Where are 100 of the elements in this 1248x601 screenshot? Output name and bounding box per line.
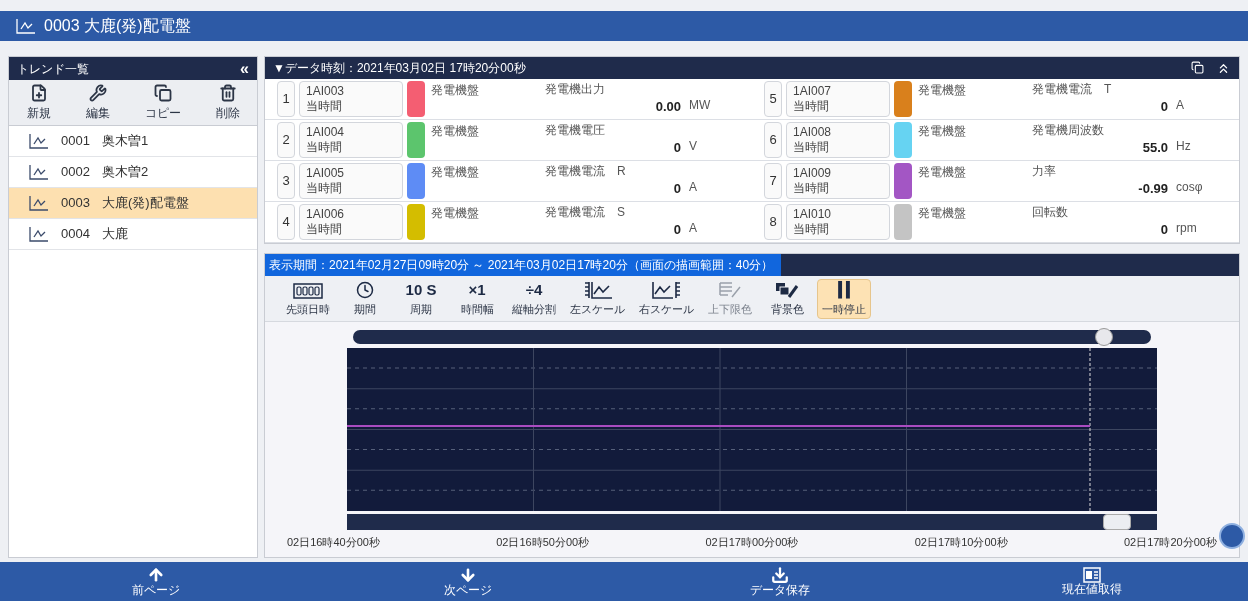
counter-icon <box>293 283 323 299</box>
new-file-icon <box>29 83 48 102</box>
download-icon <box>771 566 789 584</box>
trend-line-icon <box>29 164 49 180</box>
trend-name: 大鹿(発)配電盤 <box>101 194 189 213</box>
toolbar-button[interactable]: 先頭日時 <box>281 278 335 319</box>
right-scale-icon <box>651 281 682 299</box>
channel-value: 0 <box>673 221 681 238</box>
channel-unit: V <box>689 138 698 155</box>
channel-name: 発電機電流 <box>1032 81 1092 98</box>
channel-value: 0 <box>673 180 681 197</box>
channel-name: 発電機出力 <box>545 81 605 98</box>
data-time-title: ▼データ時刻：2021年03月02日 17時20分00秒 <box>273 60 526 77</box>
channel-tag: 1AI003 当時間 <box>299 81 403 117</box>
channel-unit: A <box>689 179 698 196</box>
channel-value: 0 <box>1160 221 1168 238</box>
channel-group: 発電機盤 <box>429 163 541 199</box>
slider-thumb[interactable] <box>1095 328 1113 346</box>
display-period: 表示期間：2021年02月27日09時20分 ～ 2021年03月02日17時20分（画面の描画範囲：40分） <box>265 254 782 276</box>
trend-line-icon <box>29 195 49 211</box>
scroll-thumb[interactable] <box>1103 514 1131 530</box>
trend-code: 0001 <box>61 132 90 151</box>
toolbar-button[interactable]: ÷4 縦軸分割 <box>507 278 561 319</box>
toolbar-button[interactable]: ×1 時間幅 <box>451 278 503 319</box>
wrench-icon <box>88 83 107 102</box>
channel-group: 発電機盤 <box>429 204 541 240</box>
channel-unit: MW <box>689 97 712 114</box>
channel-group: 発電機盤 <box>429 122 541 158</box>
channel-phase: S <box>617 204 625 221</box>
channel-tag: 1AI004 当時間 <box>299 122 403 158</box>
footer-button[interactable]: 前ページ <box>0 562 312 601</box>
toolbar-button[interactable]: 右スケール <box>634 278 699 319</box>
toolbar-button[interactable]: 10 S 周期 <box>395 278 447 319</box>
channel-value: 55.0 <box>1142 139 1168 156</box>
trend-line-icon <box>16 18 36 34</box>
channel-name: 力率 <box>1032 163 1056 180</box>
channel-number: 4 <box>277 204 295 240</box>
toolbar-button[interactable]: 一時停止 <box>817 278 871 319</box>
footer-button[interactable]: データ保存 <box>624 562 936 601</box>
channel-tag: 1AI009 当時間 <box>786 163 890 199</box>
channel-name: 発電機電流 <box>545 163 605 180</box>
sidebar-title: トレンド一覧 <box>17 60 89 78</box>
sidebar-tool-button[interactable]: 削除 <box>207 83 248 122</box>
channel-name: 発電機電流 <box>545 204 605 221</box>
channel-unit: cosφ <box>1176 179 1204 196</box>
channel-unit: A <box>689 220 698 237</box>
trend-code: 0002 <box>61 163 90 182</box>
trend-line-icon <box>29 226 49 242</box>
trend-name: 奥木曽2 <box>101 163 149 182</box>
tool-glyph: 10 S <box>405 281 437 299</box>
trend-list-item[interactable]: 0003 大鹿(発)配電盤 <box>9 188 257 219</box>
channel-group: 発電機盤 <box>916 122 1028 158</box>
channel-group: 発電機盤 <box>916 81 1028 117</box>
restore-window-icon[interactable] <box>1191 60 1204 74</box>
channel-number: 7 <box>764 163 782 199</box>
channel-unit: rpm <box>1176 220 1198 237</box>
time-axis-label: 02日16時40分00秒 <box>287 535 380 550</box>
channel-tag: 1AI010 当時間 <box>786 204 890 240</box>
toolbar-button[interactable]: 背景色 <box>761 278 813 319</box>
channel-phase: R <box>617 163 626 180</box>
channel-number: 8 <box>764 204 782 240</box>
channel-number: 2 <box>277 122 295 158</box>
channel-tag: 1AI008 当時間 <box>786 122 890 158</box>
channel-phase: T <box>1104 81 1112 98</box>
window-title: 0003 大鹿(発)配電盤 <box>44 16 191 36</box>
trash-icon <box>218 83 237 102</box>
sidebar-tool-button[interactable]: 編集 <box>77 83 118 122</box>
sidebar-tool-button[interactable]: コピー <box>136 83 189 122</box>
time-axis-label: 02日17時10分00秒 <box>914 535 1008 550</box>
trend-line-icon <box>29 133 49 149</box>
down-arrow-icon <box>459 566 477 584</box>
time-axis-label: 02日17時20分00秒 <box>1124 535 1217 550</box>
channel-unit: Hz <box>1176 138 1192 155</box>
trend-code: 0004 <box>61 225 90 244</box>
channel-tag: 1AI006 当時間 <box>299 204 403 240</box>
pause-icon <box>836 279 852 299</box>
trend-name: 奥木曽1 <box>101 132 149 151</box>
channel-value: 0 <box>1160 98 1168 115</box>
tool-glyph: ÷4 <box>525 281 543 299</box>
channel-name: 回転数 <box>1032 204 1068 221</box>
channel-number: 1 <box>277 81 295 117</box>
channel-name: 発電機周波数 <box>1032 122 1104 139</box>
toolbar-button[interactable]: 期間 <box>339 278 391 319</box>
trend-code: 0003 <box>61 194 90 213</box>
toolbar-button[interactable]: 左スケール <box>565 278 630 319</box>
trend-name: 大鹿 <box>101 225 128 244</box>
sidebar-tool-button[interactable]: 新規 <box>18 83 59 122</box>
channel-group: 発電機盤 <box>429 81 541 117</box>
footer-button[interactable]: 現在値取得 <box>936 562 1248 601</box>
channel-number: 6 <box>764 122 782 158</box>
channel-tag: 1AI007 当時間 <box>786 81 890 117</box>
collapse-button[interactable]: « <box>240 60 249 77</box>
channel-value: -0.99 <box>1138 180 1168 197</box>
side-window-button[interactable] <box>1219 523 1245 549</box>
footer-button[interactable]: 次ページ <box>312 562 624 601</box>
time-axis-label: 02日17時00分00秒 <box>705 535 799 550</box>
channel-tag: 1AI005 当時間 <box>299 163 403 199</box>
left-scale-icon <box>582 281 613 299</box>
channel-value: 0.00 <box>655 98 681 115</box>
channel-value: 0 <box>673 139 681 156</box>
